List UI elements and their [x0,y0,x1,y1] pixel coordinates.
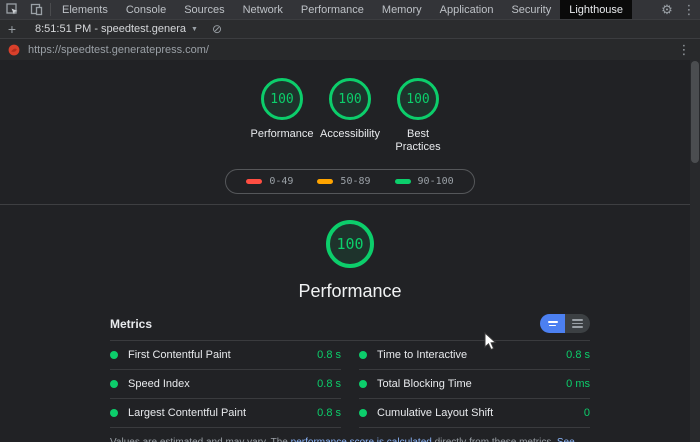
tab-lighthouse[interactable]: Lighthouse [560,0,633,19]
pass-dot-icon [359,351,367,359]
metrics-view-toggle [540,314,590,333]
tab-console[interactable]: Console [117,0,175,19]
category-performance-gauge[interactable]: 100 [326,220,374,268]
toolbar-right-actions: ⚙ ⋮ [656,0,700,19]
tab-memory[interactable]: Memory [373,0,431,19]
pass-range-swatch [394,179,411,184]
gauge-performance-label: Performance [250,128,314,140]
score-scale-legend: 0-49 50-89 90-100 [225,169,475,194]
inspect-element-icon[interactable] [0,0,24,19]
tab-network[interactable]: Network [234,0,292,19]
pass-range-label: 90-100 [417,176,454,187]
metrics-grid: First Contentful Paint 0.8 s Speed Index… [110,341,590,428]
report-select-dropdown[interactable]: 8:51:51 PM - speedtest.genera ▼ [29,23,204,35]
tab-performance[interactable]: Performance [292,0,373,19]
chevron-down-icon: ▼ [191,25,198,33]
pass-dot-icon [359,409,367,417]
tab-elements[interactable]: Elements [53,0,117,19]
metric-total-blocking-time: Total Blocking Time 0 ms [359,370,590,399]
gauge-accessibility-score: 100 [329,78,371,120]
tab-security[interactable]: Security [502,0,560,19]
metric-time-to-interactive: Time to Interactive 0.8 s [359,341,590,370]
gauges-row: 100 Performance 100 Accessibility 100 Be… [0,78,700,154]
score-calculation-link[interactable]: performance score is calculated [291,437,432,442]
pass-dot-icon [110,380,118,388]
toggle-condensed-view-button[interactable] [540,314,565,333]
metric-value: 0.8 s [317,349,341,361]
legend-item-fail: 0-49 [246,176,293,187]
gauge-best-practices[interactable]: 100 Best Practices [386,78,450,154]
report-url-bar: https://speedtest.generatepress.com/ ⋮ [0,39,700,60]
scores-summary-section: 100 Performance 100 Accessibility 100 Be… [0,60,700,205]
lighthouse-run-bar: + 8:51:51 PM - speedtest.genera ▼ ⊘ [0,20,700,39]
toolbar-separator [50,3,51,16]
report-options-kebab-icon[interactable]: ⋮ [676,42,692,58]
gauge-accessibility-label: Accessibility [320,128,380,140]
settings-gear-icon[interactable]: ⚙ [656,2,678,18]
report-select-label: 8:51:51 PM - speedtest.genera [35,23,187,35]
scrollbar-thumb[interactable] [691,61,699,163]
legend-item-average: 50-89 [317,176,371,187]
gauge-performance-score: 100 [261,78,303,120]
metrics-column-right: Time to Interactive 0.8 s Total Blocking… [359,341,590,428]
average-range-swatch [317,179,334,184]
gauge-accessibility[interactable]: 100 Accessibility [318,78,382,154]
metric-value: 0 ms [566,378,590,390]
report-scrollbar [690,60,700,442]
fail-range-label: 0-49 [269,176,294,187]
report-url-link[interactable]: https://speedtest.generatepress.com/ [28,44,209,56]
average-range-label: 50-89 [340,176,371,187]
metric-cumulative-layout-shift: Cumulative Layout Shift 0 [359,399,590,428]
legend-item-pass: 90-100 [394,176,454,187]
fail-range-swatch [246,179,263,184]
condensed-view-icon [547,321,558,323]
metric-value: 0.8 s [566,349,590,361]
pass-dot-icon [110,351,118,359]
performance-category-section: 100 Performance Metrics First Contentful… [0,205,700,442]
metric-value: 0.8 s [317,407,341,419]
site-favicon [8,44,20,55]
tab-application[interactable]: Application [431,0,503,19]
metrics-header: Metrics [110,314,590,341]
metric-speed-index: Speed Index 0.8 s [110,370,341,399]
category-title: Performance [298,281,402,301]
pass-dot-icon [359,380,367,388]
list-view-icon [572,319,583,321]
gauge-best-practices-label: Best Practices [395,128,441,153]
metrics-heading: Metrics [110,316,153,331]
clear-reports-icon[interactable]: ⊘ [212,22,222,36]
metrics-disclaimer: Values are estimated and may vary. The p… [110,437,590,442]
tab-sources[interactable]: Sources [175,0,233,19]
metrics-block: Metrics First Contentful Paint 0.8 s Spe… [110,314,590,442]
metrics-column-left: First Contentful Paint 0.8 s Speed Index… [110,341,341,428]
metric-largest-contentful-paint: Largest Contentful Paint 0.8 s [110,399,341,428]
gauge-performance[interactable]: 100 Performance [250,78,314,154]
pass-dot-icon [110,409,118,417]
toggle-list-view-button[interactable] [565,314,590,333]
devtools-menu-kebab-icon[interactable]: ⋮ [678,2,700,18]
metric-first-contentful-paint: First Contentful Paint 0.8 s [110,341,341,370]
lighthouse-report: 100 Performance 100 Accessibility 100 Be… [0,60,700,442]
device-toolbar-icon[interactable] [24,0,48,19]
metric-value: 0.8 s [317,378,341,390]
devtools-toolbar: Elements Console Sources Network Perform… [0,0,700,20]
gauge-best-practices-score: 100 [397,78,439,120]
new-report-button[interactable]: + [0,21,24,37]
